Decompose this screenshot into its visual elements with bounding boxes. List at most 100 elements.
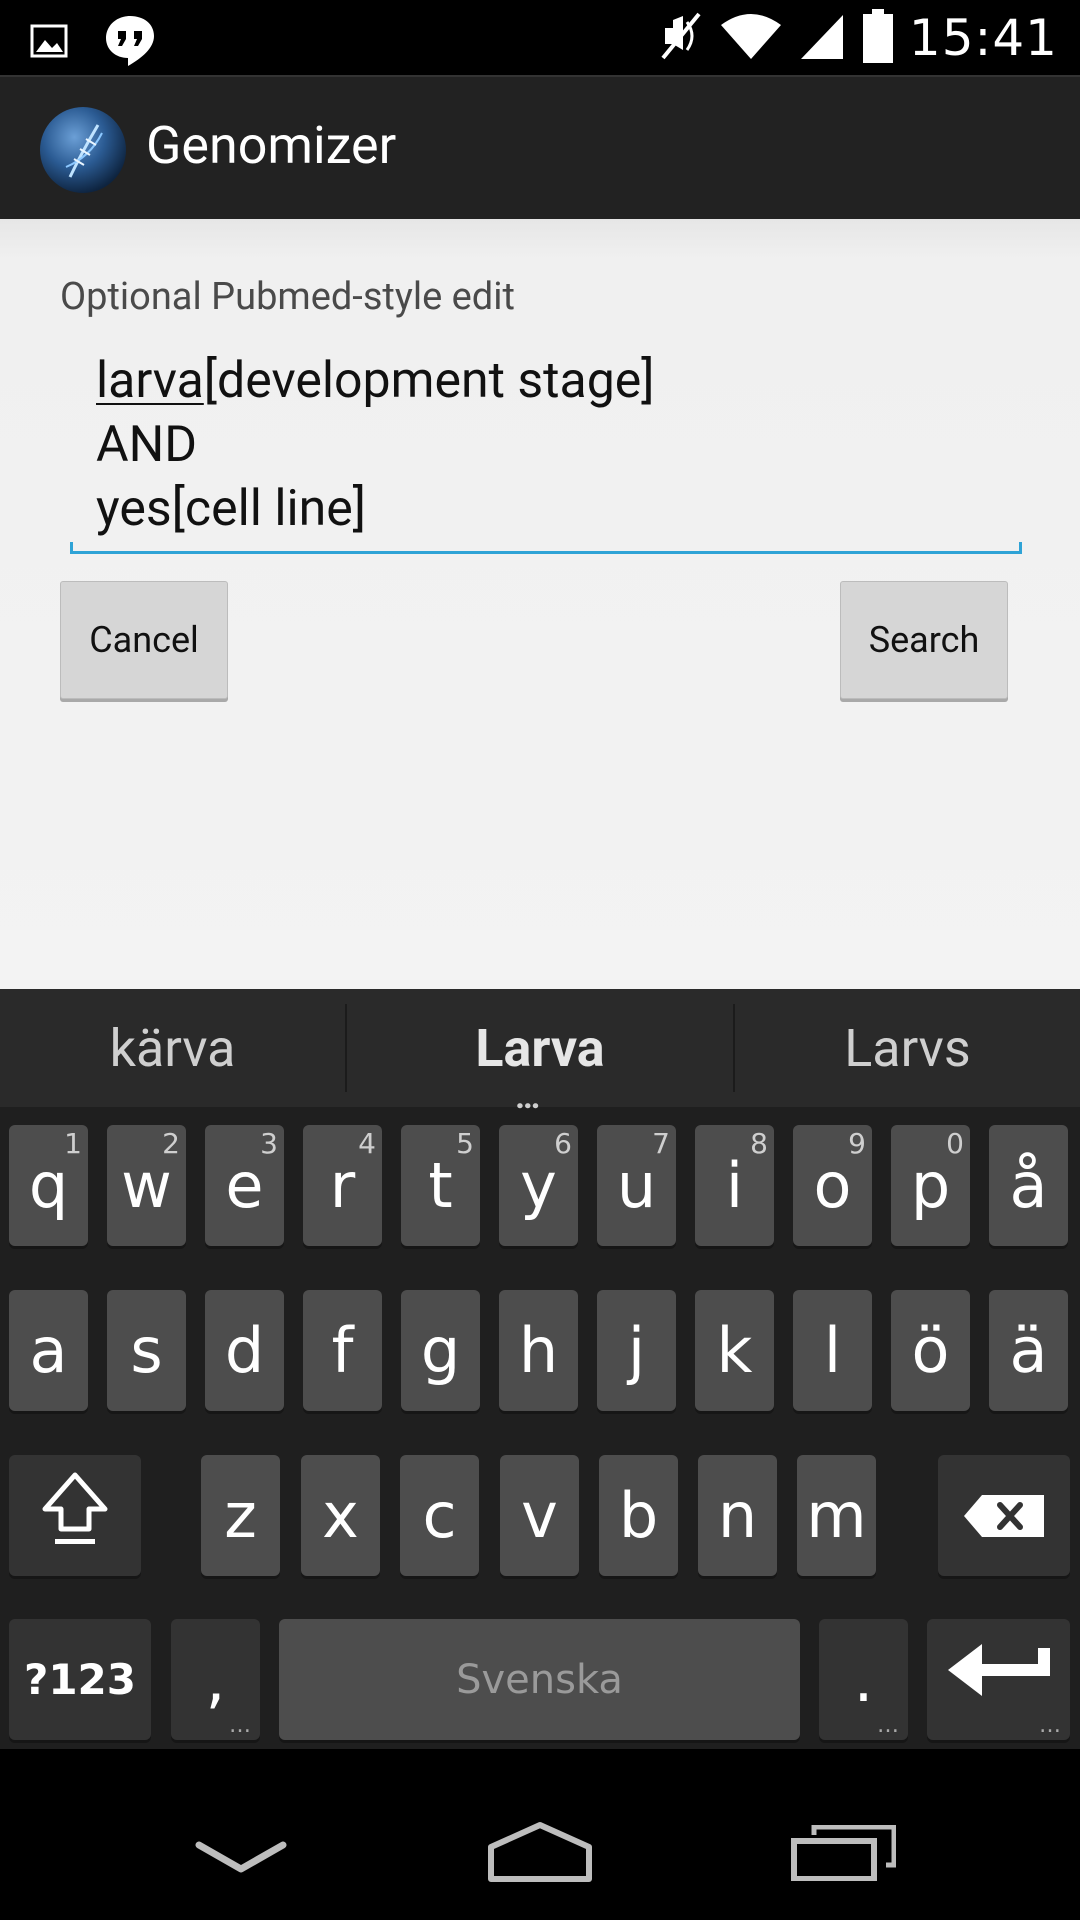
key-label: .: [853, 1643, 874, 1716]
key-label: z: [224, 1479, 257, 1552]
key-label: ä: [1009, 1314, 1048, 1387]
suggestion-strip: kärva Larva Larvs …: [0, 989, 1080, 1117]
key-t[interactable]: 5t: [401, 1125, 480, 1246]
key-label: u: [616, 1149, 657, 1222]
key-label: j: [627, 1314, 646, 1387]
wifi-icon: [720, 11, 781, 65]
key-d[interactable]: d: [205, 1290, 284, 1411]
key-j[interactable]: j: [597, 1290, 676, 1411]
battery-icon: [862, 9, 893, 67]
key-k[interactable]: k: [695, 1290, 774, 1411]
clock: 15:41: [908, 9, 1058, 67]
search-button[interactable]: Search: [840, 581, 1008, 699]
key-v[interactable]: v: [500, 1455, 579, 1576]
key-n[interactable]: n: [698, 1455, 777, 1576]
back-icon[interactable]: [195, 1839, 287, 1883]
key-m[interactable]: m: [797, 1455, 876, 1576]
suggestion-1[interactable]: kärva: [0, 989, 345, 1107]
key-b[interactable]: b: [599, 1455, 678, 1576]
key-x[interactable]: x: [301, 1455, 380, 1576]
key-u[interactable]: 7u: [597, 1125, 676, 1246]
period-key[interactable]: .…: [819, 1619, 908, 1740]
space-key[interactable]: Svenska: [279, 1619, 800, 1740]
key-e[interactable]: 3e: [205, 1125, 284, 1246]
query-composing-word: larva: [96, 352, 204, 410]
key-i[interactable]: 8i: [695, 1125, 774, 1246]
key-h[interactable]: h: [499, 1290, 578, 1411]
shift-key[interactable]: [9, 1455, 141, 1576]
key-s[interactable]: s: [107, 1290, 186, 1411]
recents-icon[interactable]: [790, 1824, 897, 1885]
key-label: a: [29, 1314, 68, 1387]
key-c[interactable]: c: [400, 1455, 479, 1576]
key-label: ?123: [23, 1655, 137, 1704]
key-r[interactable]: 4r: [303, 1125, 382, 1246]
suggestion-3[interactable]: Larvs: [735, 989, 1080, 1107]
more-symbols-indicator: …: [229, 1713, 252, 1738]
key-hint: 3: [260, 1127, 278, 1160]
app-logo-icon[interactable]: [40, 107, 126, 193]
key-a-umlaut[interactable]: ä: [989, 1290, 1068, 1411]
key-label: å: [1009, 1149, 1048, 1222]
key-a[interactable]: a: [9, 1290, 88, 1411]
navigation-bar: [0, 1749, 1080, 1920]
app-title: Genomizer: [146, 115, 397, 176]
key-label: f: [331, 1314, 354, 1387]
key-label: ö: [911, 1314, 950, 1387]
home-icon[interactable]: [485, 1821, 595, 1887]
symbols-key[interactable]: ?123: [9, 1619, 151, 1740]
key-label: p: [910, 1149, 951, 1222]
key-label: Svenska: [456, 1656, 623, 1703]
backspace-key[interactable]: [938, 1455, 1070, 1576]
key-q[interactable]: 1q: [9, 1125, 88, 1246]
key-label: i: [725, 1149, 744, 1222]
key-hint: 0: [946, 1127, 964, 1160]
key-label: v: [521, 1479, 558, 1552]
mute-icon: [659, 10, 705, 66]
key-z[interactable]: z: [201, 1455, 280, 1576]
key-f[interactable]: f: [303, 1290, 382, 1411]
key-a-ring[interactable]: å: [989, 1125, 1068, 1246]
key-label: b: [618, 1479, 659, 1552]
query-line-2: AND: [96, 416, 198, 474]
key-g[interactable]: g: [401, 1290, 480, 1411]
key-o-umlaut[interactable]: ö: [891, 1290, 970, 1411]
key-hint: 5: [456, 1127, 474, 1160]
query-line-3: yes[cell line]: [96, 480, 367, 538]
key-l[interactable]: l: [793, 1290, 872, 1411]
field-label: Optional Pubmed-style edit: [60, 275, 515, 319]
search-dialog: Optional Pubmed-style edit larva[develop…: [0, 219, 1080, 989]
key-label: o: [813, 1149, 852, 1222]
query-input[interactable]: larva[development stage] AND yes[cell li…: [96, 349, 655, 541]
key-label: q: [28, 1149, 69, 1222]
more-options-indicator: …: [1039, 1713, 1062, 1738]
action-bar: Genomizer: [0, 75, 1080, 219]
query-line-1-rest: [development stage]: [203, 352, 655, 410]
cancel-button[interactable]: Cancel: [60, 581, 228, 699]
signal-icon: [797, 11, 847, 65]
key-o[interactable]: 9o: [793, 1125, 872, 1246]
status-bar: 15:41: [0, 0, 1080, 75]
key-label: ,: [205, 1643, 226, 1716]
key-y[interactable]: 6y: [499, 1125, 578, 1246]
key-label: s: [130, 1314, 163, 1387]
key-label: l: [823, 1314, 842, 1387]
key-hint: 2: [162, 1127, 180, 1160]
key-label: g: [420, 1314, 461, 1387]
enter-key[interactable]: …: [927, 1619, 1070, 1740]
more-suggestions-indicator[interactable]: …: [515, 1077, 542, 1117]
key-p[interactable]: 0p: [891, 1125, 970, 1246]
key-label: x: [322, 1479, 359, 1552]
key-w[interactable]: 2w: [107, 1125, 186, 1246]
key-hint: 4: [358, 1127, 376, 1160]
key-label: c: [422, 1479, 457, 1552]
key-label: y: [520, 1149, 557, 1222]
query-line-1: larva[development stage]: [96, 349, 655, 413]
key-label: m: [806, 1479, 867, 1552]
shift-icon: [39, 1469, 111, 1562]
key-hint: 8: [750, 1127, 768, 1160]
key-label: n: [717, 1479, 758, 1552]
key-label: e: [225, 1149, 264, 1222]
hangouts-icon: [104, 14, 156, 72]
comma-key[interactable]: ,…: [171, 1619, 260, 1740]
